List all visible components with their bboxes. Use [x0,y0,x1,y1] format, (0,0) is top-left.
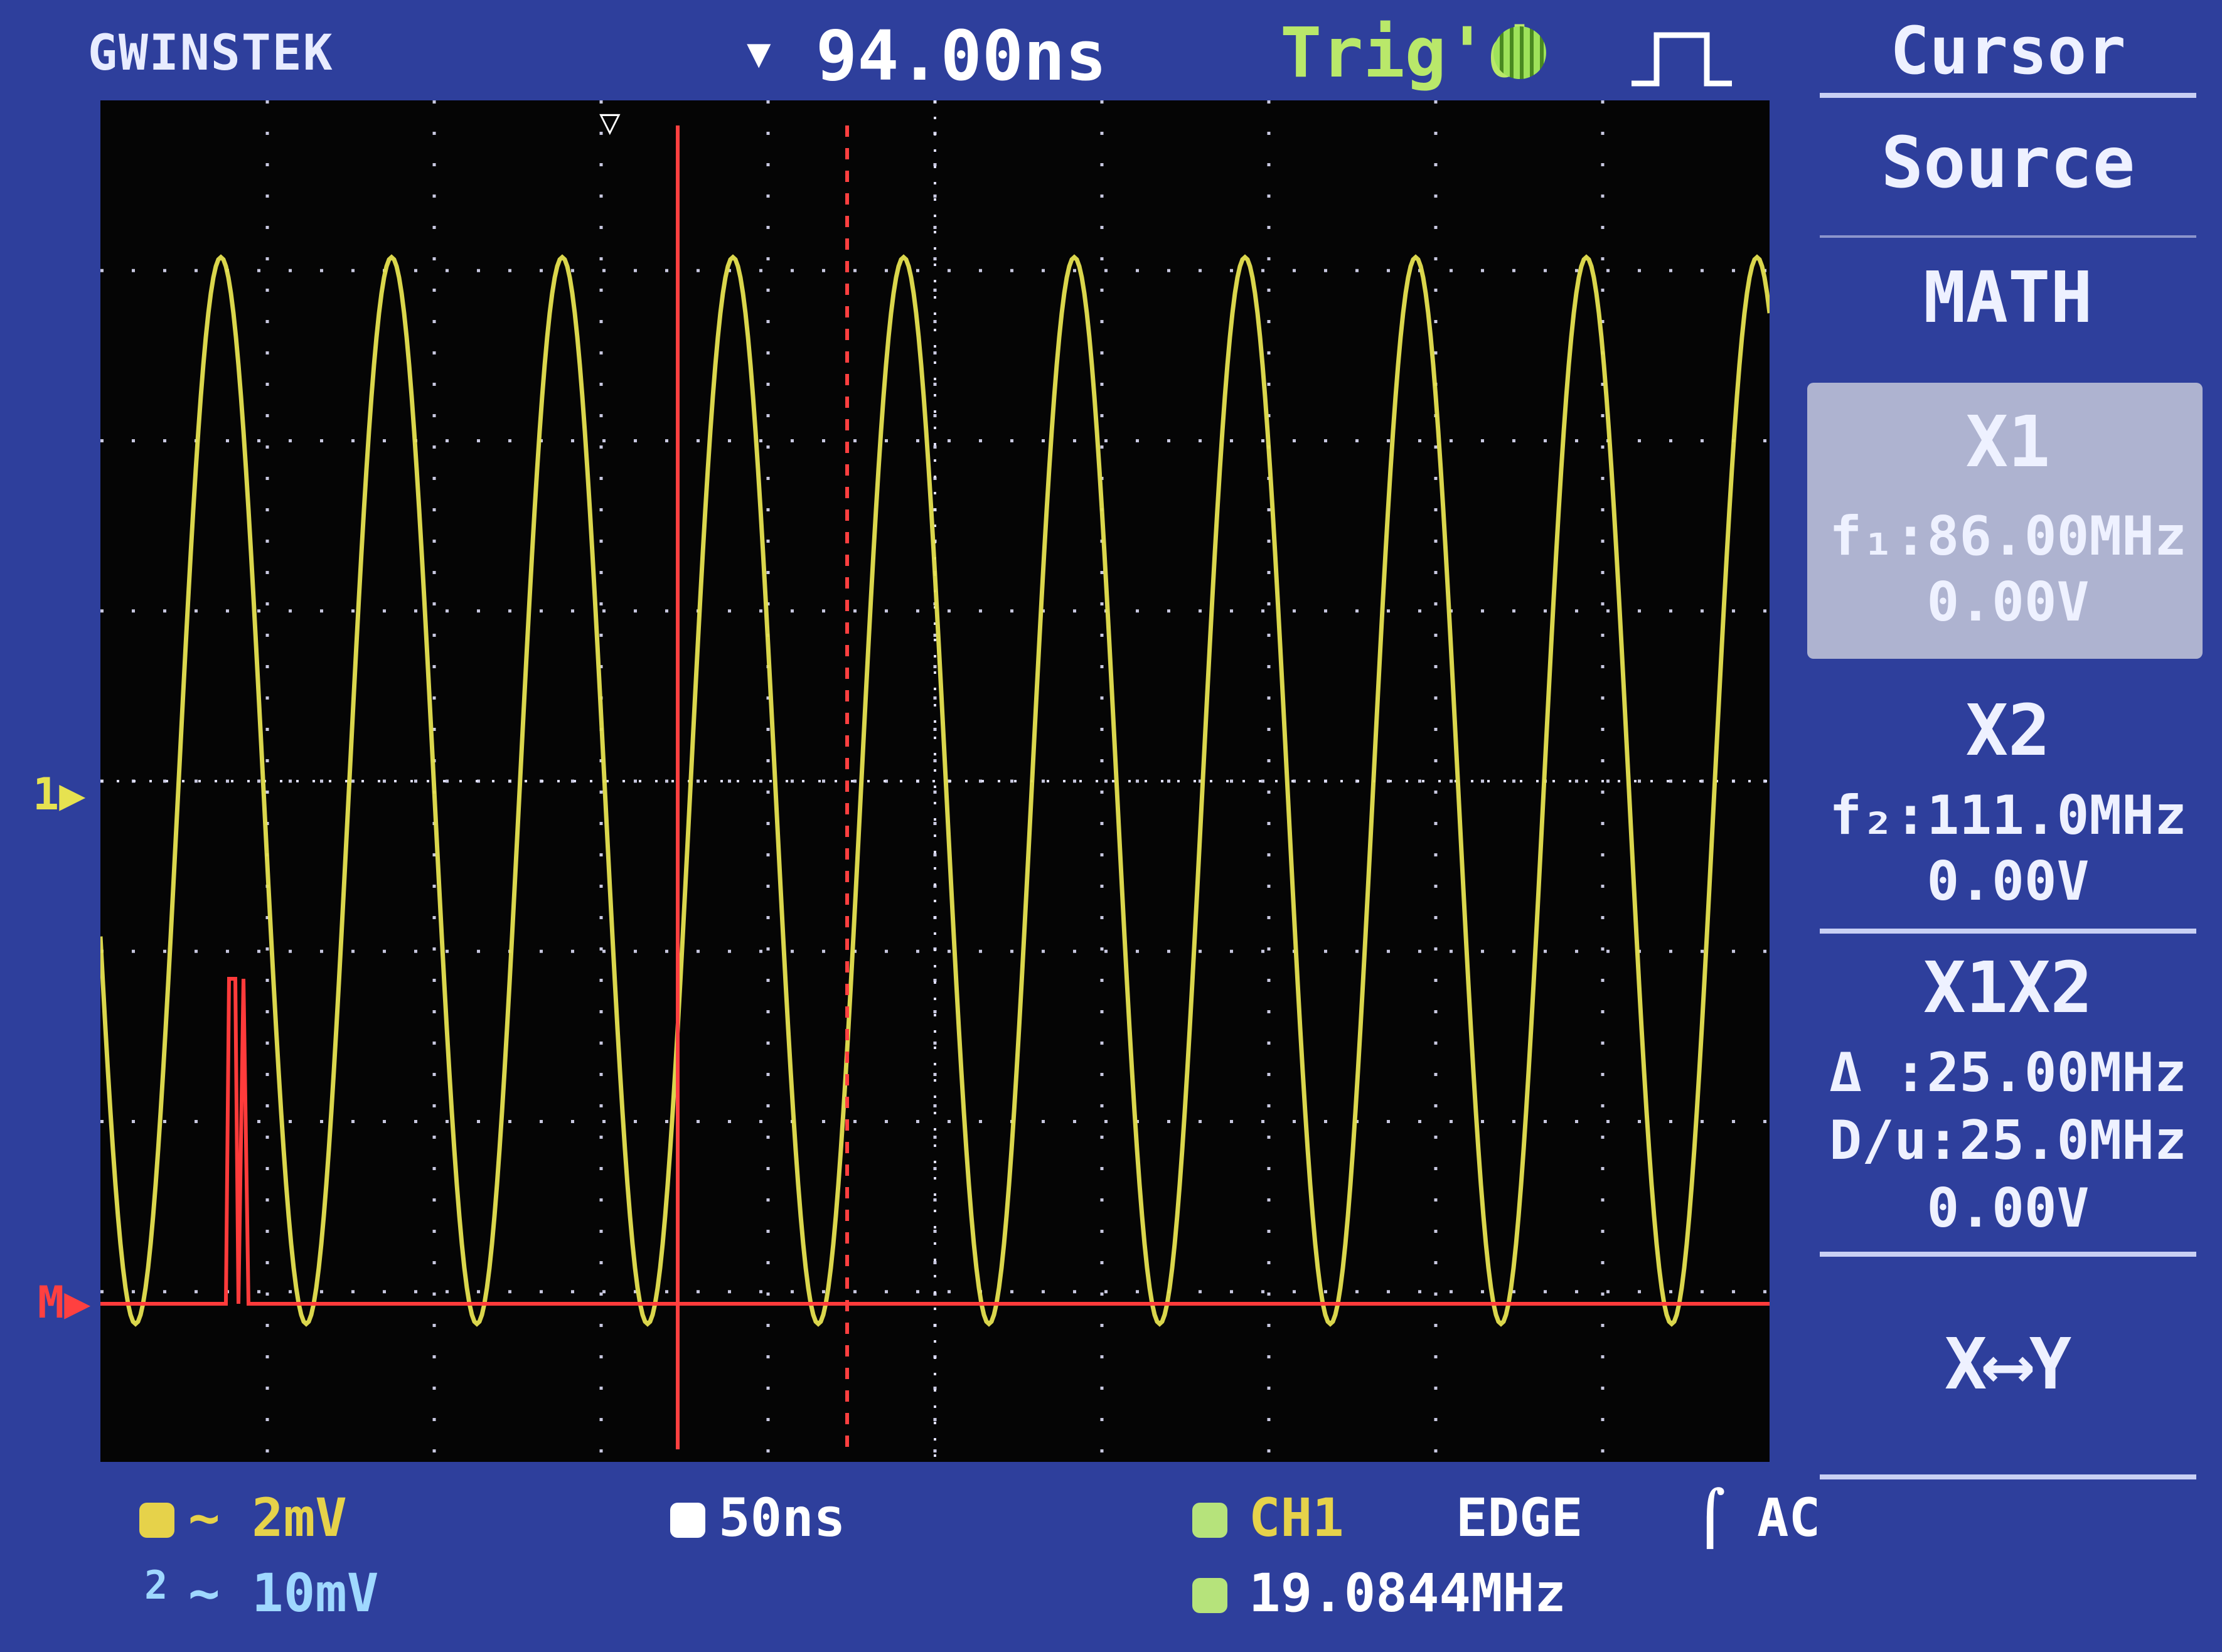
horizontal-position-readout: 94.00ns [816,16,1107,96]
x2-title: X2 [1965,690,2051,772]
trigger-indicator-icon [1493,26,1546,79]
waveform-display [100,100,1770,1462]
x2-frequency: f₂:111.0MHz [1829,784,2187,847]
x1-title: X1 [1965,402,2051,483]
brand-logo: GWINSTEK [88,25,334,82]
trigger-source: CH1 [1249,1487,1344,1548]
ch1-badge-icon [139,1503,174,1538]
trigger-status: Trig'd [1280,13,1530,93]
x2-voltage: 0.00V [1926,850,2090,913]
x1-voltage: 0.00V [1926,571,2090,634]
ch2-scale: ∼ 10mV [188,1562,379,1624]
pulse-icon [1632,32,1732,87]
swap-xy-softkey[interactable]: X⟷Y [1801,1324,2215,1405]
menu-divider [1820,1252,2196,1257]
x1x2-voltage: 0.00V [1926,1177,2090,1240]
x1x2-title: X1X2 [1923,947,2093,1029]
trigger-slope-icon: ⌠ [1694,1487,1726,1548]
menu-title: Cursor [1890,13,2126,89]
frequency-counter: 19.0844MHz [1249,1562,1566,1624]
horizontal-position-icon: ▼ [747,30,771,77]
cursor-menu: Cursor Source MATH X1 f₁:86.00MHz 0.00V … [1801,0,2222,1652]
source-label: Source [1881,122,2135,204]
math-marker: M▶ [38,1277,91,1328]
trigger-position-icon: ▽ [599,102,621,142]
menu-divider [1820,1474,2196,1479]
oscilloscope-screen: GWINSTEK ▼ 94.00ns Trig'd 1▶ M▶ ▽ Cursor… [0,0,2222,1652]
trigger-type: EDGE [1456,1487,1583,1548]
ch1-scale: ∼ 2mV [188,1487,347,1548]
waveform-graticule [100,100,1770,1462]
ch1-marker: 1▶ [33,769,86,820]
trigger-coupling: AC [1757,1487,1821,1548]
menu-divider [1820,929,2196,934]
menu-divider [1820,235,2196,238]
ch2-badge-icon: 2 [144,1562,168,1608]
x1x2-delta: Δ :25.00MHz [1829,1042,2187,1104]
frequency-badge-icon [1192,1578,1227,1613]
trigger-badge-icon [1192,1503,1227,1538]
timebase-icon [670,1503,705,1538]
source-value: MATH [1923,257,2093,339]
menu-divider [1820,93,2196,98]
x1-frequency: f₁:86.00MHz [1829,505,2187,568]
x1x2-per-div: D/u:25.0MHz [1829,1109,2187,1172]
timebase-value: 50ns [718,1487,846,1548]
math-waveform [100,977,1770,1306]
